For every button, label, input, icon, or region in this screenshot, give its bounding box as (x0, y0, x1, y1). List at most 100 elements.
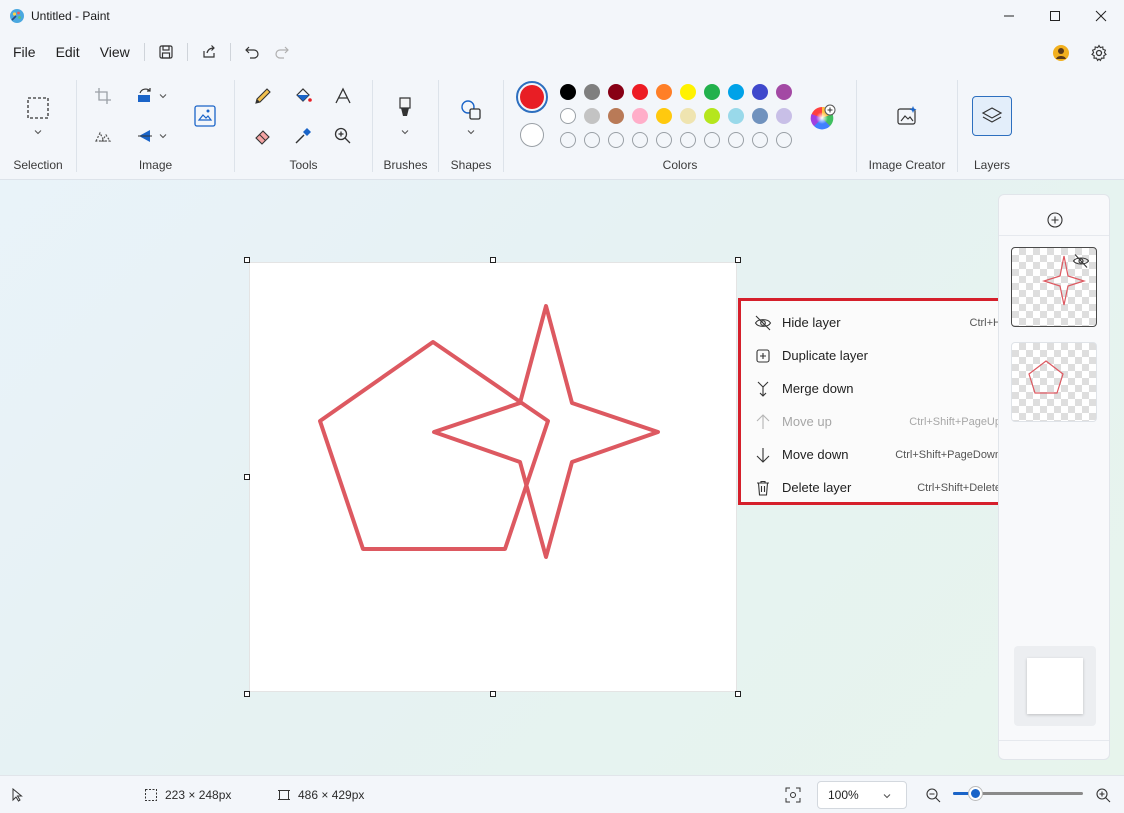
menu-item-move-down[interactable]: Move down Ctrl+Shift+PageDown (741, 438, 1014, 471)
color-swatch[interactable] (776, 108, 792, 124)
color-swatch[interactable] (680, 108, 696, 124)
menu-view[interactable]: View (92, 40, 138, 64)
add-circle-icon (1047, 212, 1063, 228)
menu-edit[interactable]: Edit (48, 40, 88, 64)
brush-icon (399, 97, 411, 116)
layer-hidden-toggle[interactable] (1072, 253, 1090, 269)
color-swatch[interactable] (776, 84, 792, 100)
custom-color-slot[interactable] (584, 132, 600, 148)
shapes-button[interactable] (457, 96, 485, 124)
selection-button[interactable] (24, 94, 52, 122)
color-swatch[interactable] (728, 84, 744, 100)
resize-handle-top-right[interactable] (735, 257, 741, 263)
account-button[interactable] (1046, 38, 1076, 68)
brushes-button[interactable] (391, 94, 419, 122)
secondary-color-button[interactable] (520, 123, 544, 147)
resize-button[interactable] (191, 102, 219, 130)
drawing-canvas[interactable] (249, 262, 737, 692)
color-swatch[interactable] (656, 84, 672, 100)
color-swatch[interactable] (560, 84, 576, 100)
custom-color-slot[interactable] (560, 132, 576, 148)
settings-button[interactable] (1084, 38, 1114, 68)
zoom-slider-thumb[interactable] (969, 787, 983, 800)
layer-thumbnail-pentagon[interactable] (1011, 342, 1097, 422)
share-button[interactable] (194, 37, 224, 67)
resize-handle-bottom-right[interactable] (735, 691, 741, 697)
color-swatch[interactable] (752, 108, 768, 124)
crop-button[interactable] (89, 82, 117, 110)
menu-shortcut: Ctrl+Shift+PageDown (895, 448, 1001, 461)
color-swatch[interactable] (632, 108, 648, 124)
minimize-button[interactable] (986, 0, 1032, 32)
color-swatch[interactable] (584, 108, 600, 124)
layers-button[interactable] (972, 96, 1012, 136)
color-swatch[interactable] (704, 108, 720, 124)
image-group: Image (77, 72, 234, 180)
rotate-icon (138, 88, 151, 102)
primary-color-button[interactable] (516, 81, 548, 113)
paint-bucket-icon (296, 88, 312, 102)
selection-dropdown[interactable] (24, 122, 52, 142)
layer-thumbnail-star[interactable] (1011, 247, 1097, 327)
menu-item-move-up[interactable]: Move up Ctrl+Shift+PageUp (741, 405, 1014, 438)
custom-color-slot[interactable] (728, 132, 744, 148)
remove-background-button[interactable] (89, 122, 117, 150)
zoom-out-button[interactable] (925, 776, 941, 813)
fill-button[interactable] (289, 82, 317, 110)
resize-handle-left[interactable] (244, 474, 250, 480)
color-picker-button[interactable] (289, 122, 317, 150)
custom-color-slot[interactable] (656, 132, 672, 148)
custom-color-slot[interactable] (680, 132, 696, 148)
menu-item-merge-down[interactable]: Merge down (741, 372, 1014, 405)
edit-colors-button[interactable] (810, 104, 836, 130)
color-swatch[interactable] (632, 84, 648, 100)
canvas-size: 486 × 429px (277, 776, 364, 813)
resize-handle-top[interactable] (490, 257, 496, 263)
color-swatch[interactable] (584, 84, 600, 100)
eraser-button[interactable] (249, 122, 277, 150)
color-swatch[interactable] (752, 84, 768, 100)
chevron-down-icon (159, 134, 167, 139)
redo-button[interactable] (267, 37, 297, 67)
image-creator-button[interactable] (893, 102, 921, 130)
color-swatch[interactable] (560, 108, 576, 124)
custom-color-slot[interactable] (632, 132, 648, 148)
custom-color-slot[interactable] (704, 132, 720, 148)
shapes-dropdown[interactable] (457, 122, 485, 142)
zoom-dropdown[interactable]: 100% (817, 781, 907, 809)
group-label-layers: Layers (973, 158, 1011, 172)
flip-dropdown[interactable] (155, 122, 171, 150)
resize-handle-bottom[interactable] (490, 691, 496, 697)
color-swatch[interactable] (728, 108, 744, 124)
zoom-slider[interactable] (953, 787, 1083, 800)
selection-size-icon (145, 789, 157, 801)
merge-down-icon (753, 379, 773, 399)
resize-handle-bottom-left[interactable] (244, 691, 250, 697)
color-swatch[interactable] (608, 108, 624, 124)
brushes-dropdown[interactable] (391, 122, 419, 142)
color-swatch[interactable] (608, 84, 624, 100)
menu-item-hide-layer[interactable]: Hide layer Ctrl+H (741, 306, 1014, 339)
maximize-button[interactable] (1032, 0, 1078, 32)
add-layer-button[interactable] (1044, 209, 1066, 231)
save-button[interactable] (151, 37, 181, 67)
color-swatch[interactable] (656, 108, 672, 124)
color-swatch[interactable] (680, 84, 696, 100)
custom-color-slot[interactable] (752, 132, 768, 148)
rotate-dropdown[interactable] (155, 82, 171, 110)
layer-thumbnail-background[interactable] (1014, 646, 1096, 726)
text-button[interactable] (329, 82, 357, 110)
custom-color-slot[interactable] (776, 132, 792, 148)
close-button[interactable] (1078, 0, 1124, 32)
menu-file[interactable]: File (5, 40, 44, 64)
menu-item-duplicate-layer[interactable]: Duplicate layer (741, 339, 1014, 372)
magnifier-button[interactable] (329, 122, 357, 150)
resize-handle-top-left[interactable] (244, 257, 250, 263)
menu-item-delete-layer[interactable]: Delete layer Ctrl+Shift+Delete (741, 471, 1014, 504)
zoom-in-button[interactable] (1095, 776, 1111, 813)
pencil-button[interactable] (249, 82, 277, 110)
color-swatch[interactable] (704, 84, 720, 100)
custom-color-slot[interactable] (608, 132, 624, 148)
undo-button[interactable] (237, 37, 267, 67)
fit-to-window-button[interactable] (785, 776, 801, 813)
